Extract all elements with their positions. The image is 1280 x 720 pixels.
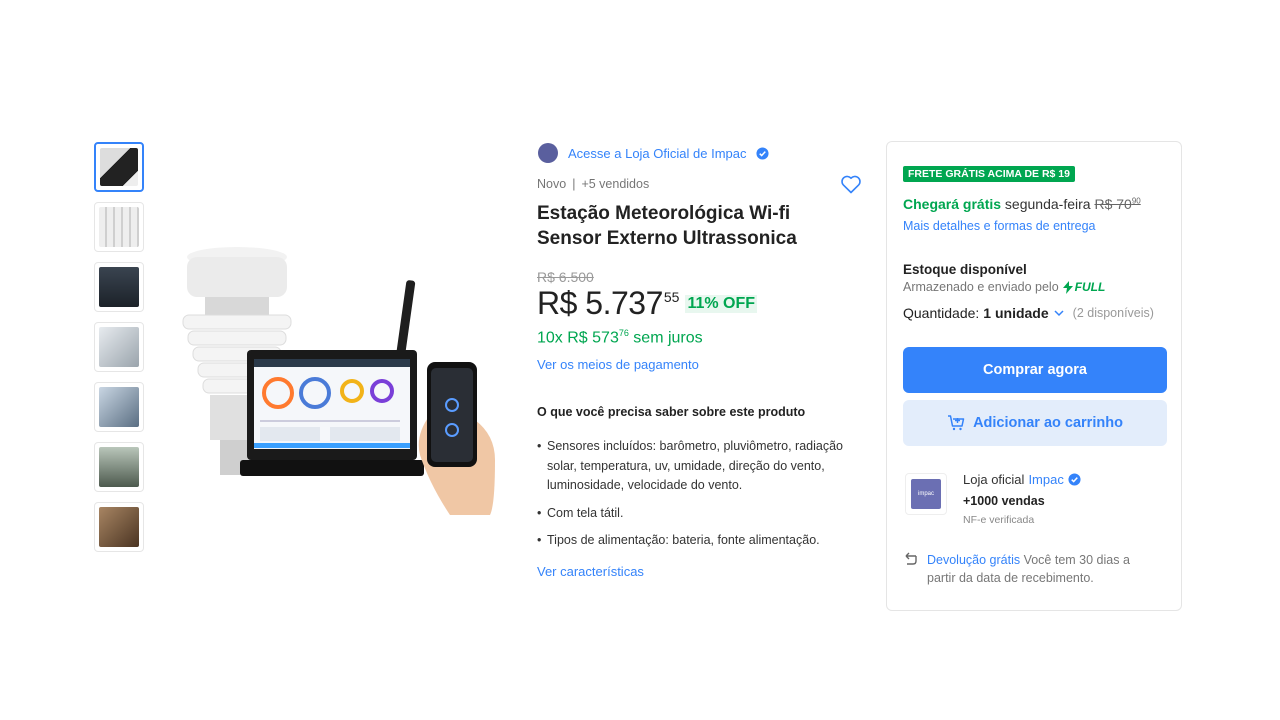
price-cents: 55 xyxy=(663,289,680,305)
installments: 10x R$ 57376 sem juros xyxy=(537,328,703,347)
stock-title: Estoque disponível xyxy=(903,262,1027,277)
payment-methods-link[interactable]: Ver os meios de pagamento xyxy=(537,357,699,372)
thumbnail-4[interactable] xyxy=(94,322,144,372)
old-shipping-price: R$ 7090 xyxy=(1094,196,1140,212)
feature-item: Tipos de alimentação: bateria, fonte ali… xyxy=(537,531,867,551)
verified-icon xyxy=(756,146,770,160)
price-row: R$ 5.737 55 11% OFF xyxy=(537,285,758,322)
chevron-down-icon[interactable] xyxy=(1053,307,1065,319)
full-badge: FULL xyxy=(1062,280,1106,294)
thumbnail-gallery xyxy=(94,142,146,562)
seller-sales: +1000 vendas xyxy=(963,494,1045,508)
old-shipping-value: R$ 70 xyxy=(1094,196,1132,212)
product-image xyxy=(182,247,495,515)
see-characteristics-link[interactable]: Ver características xyxy=(537,564,644,579)
cart-plus-icon xyxy=(948,415,965,431)
installments-suffix: sem juros xyxy=(628,329,703,347)
store-logo xyxy=(538,143,558,163)
seller-logo[interactable]: impac xyxy=(905,473,947,515)
features-heading: O que você precisa saber sobre este prod… xyxy=(537,405,806,419)
favorite-heart-icon[interactable] xyxy=(839,172,863,196)
condition-label: Novo xyxy=(537,177,567,191)
features-list: Sensores incluídos: barômetro, pluviômet… xyxy=(537,437,867,559)
discount-badge: 11% OFF xyxy=(685,295,758,313)
installments-prefix: 10x R$ 573 xyxy=(537,329,619,347)
buy-now-button[interactable]: Comprar agora xyxy=(903,347,1167,393)
old-shipping-cents: 90 xyxy=(1131,196,1141,206)
seller-prefix: Loja oficial xyxy=(963,472,1025,487)
current-price: R$ 5.737 xyxy=(537,285,663,321)
return-policy: Devolução grátis Você tem 30 dias a part… xyxy=(927,551,1157,587)
feature-item: Sensores incluídos: barômetro, pluviômet… xyxy=(537,437,867,496)
thumbnail-2[interactable] xyxy=(94,202,144,252)
free-return-link[interactable]: Devolução grátis xyxy=(927,553,1020,567)
lightning-icon xyxy=(1062,280,1073,294)
arrival-day: segunda-feira xyxy=(1001,196,1095,212)
delivery-details-link[interactable]: Mais detalhes e formas de entrega xyxy=(903,219,1095,233)
installments-cents: 76 xyxy=(618,328,629,338)
quantity-available: (2 disponíveis) xyxy=(1072,306,1154,320)
verified-icon xyxy=(1068,473,1081,486)
seller-name-link[interactable]: Impac xyxy=(1028,472,1063,487)
quantity-selector[interactable]: Quantidade: 1 unidade (2 disponíveis) xyxy=(903,305,1154,321)
seller-name-row: Loja oficial Impac xyxy=(963,472,1081,487)
official-store-row[interactable]: Acesse a Loja Oficial de Impac xyxy=(538,143,770,163)
thumbnail-5[interactable] xyxy=(94,382,144,432)
product-meta: Novo | +5 vendidos xyxy=(537,177,649,191)
stored-by: Armazenado e enviado pelo FULL xyxy=(903,280,1105,294)
add-to-cart-label: Adicionar ao carrinho xyxy=(973,415,1123,431)
product-title: Estação Meteorológica Wi-fi Sensor Exter… xyxy=(537,203,797,249)
thumbnail-6[interactable] xyxy=(94,442,144,492)
store-link[interactable]: Acesse a Loja Oficial de Impac xyxy=(568,146,746,161)
arrival-free-label: Chegará grátis xyxy=(903,196,1002,212)
sold-count: +5 vendidos xyxy=(581,177,650,191)
stored-text: Armazenado e enviado pelo xyxy=(903,280,1059,294)
quantity-value: 1 unidade xyxy=(983,305,1049,321)
original-price: R$ 6.500 xyxy=(537,269,594,285)
seller-logo-mark: impac xyxy=(911,479,941,509)
thumbnail-1[interactable] xyxy=(94,142,144,192)
full-label: FULL xyxy=(1074,280,1106,294)
seller-nf-verified: NF-e verificada xyxy=(963,514,1035,526)
add-to-cart-button[interactable]: Adicionar ao carrinho xyxy=(903,400,1167,446)
feature-item: Com tela tátil. xyxy=(537,504,867,524)
return-arrow-icon xyxy=(905,552,917,565)
shipping-info: Chegará grátis segunda-feira R$ 7090 xyxy=(903,196,1141,212)
thumbnail-3[interactable] xyxy=(94,262,144,312)
quantity-label: Quantidade: xyxy=(903,305,980,321)
free-shipping-badge: FRETE GRÁTIS ACIMA DE R$ 19 xyxy=(903,166,1075,182)
thumbnail-7[interactable] xyxy=(94,502,144,552)
meta-separator: | xyxy=(572,177,576,191)
